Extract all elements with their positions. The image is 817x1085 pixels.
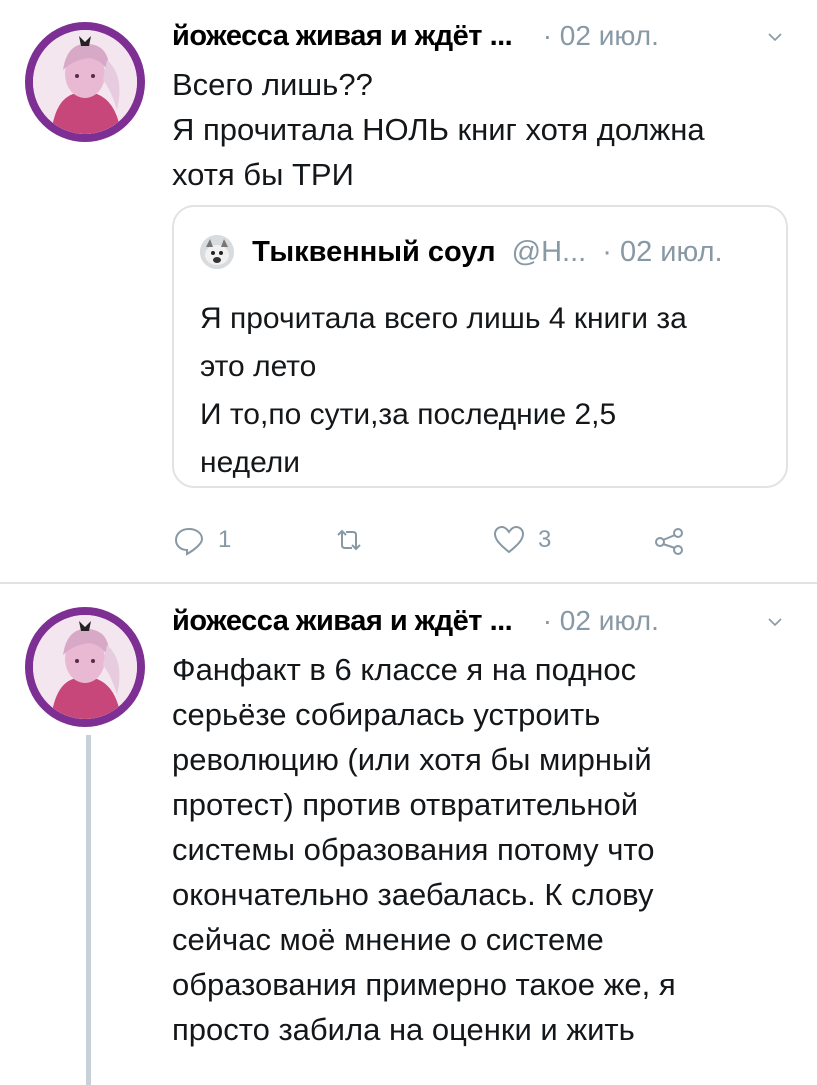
reply-count: 1 [218, 526, 232, 553]
tweet-divider [0, 582, 817, 584]
avatar[interactable] [25, 22, 145, 142]
tweet-date[interactable]: · 02 июл. [543, 20, 659, 51]
quoted-avatar [200, 235, 234, 270]
author-name[interactable]: йожесса живая и ждёт ... [172, 605, 513, 637]
retweet-icon [337, 529, 361, 551]
quoted-tweet-date: · 02 июл. [602, 235, 723, 268]
like-count: 3 [538, 526, 552, 553]
quoted-tweet-header: Тыквенный соул @Н... · 02 июл. [200, 235, 723, 270]
tweet-header: йожесса живая и ждёт ... · 02 июл. [172, 20, 797, 60]
tweet[interactable]: йожесса живая и ждёт ... · 02 июл. Фанфа… [0, 585, 817, 1085]
like-icon [493, 525, 525, 554]
quoted-tweet[interactable]: Тыквенный соул @Н... · 02 июл. Я прочита… [172, 205, 788, 488]
quoted-author-handle: @Н... [511, 235, 587, 268]
reply-button[interactable]: 1 [172, 518, 231, 562]
tweet-text: Всего лишь?? Я прочитала НОЛЬ книг хотя … [172, 67, 705, 192]
tweet-text: Фанфакт в 6 классе я на поднос серьёзе с… [172, 652, 676, 1047]
share-button[interactable] [652, 518, 686, 562]
share-icon [655, 528, 683, 555]
thread-line [86, 735, 91, 1085]
quoted-tweet-text: Я прочитала всего лишь 4 книги за это ле… [200, 302, 687, 479]
tweet[interactable]: йожесса живая и ждёт ... · 02 июл. Всего… [0, 0, 817, 583]
reply-icon [174, 527, 204, 556]
chevron-down-icon[interactable] [768, 30, 782, 44]
tweet-date[interactable]: · 02 июл. [543, 605, 659, 636]
avatar[interactable] [25, 607, 145, 727]
author-name[interactable]: йожесса живая и ждёт ... [172, 20, 513, 52]
tweet-actions: 1 3 [172, 518, 732, 562]
chevron-down-icon[interactable] [768, 615, 782, 629]
like-button[interactable]: 3 [492, 518, 551, 562]
tweet-header: йожесса живая и ждёт ... · 02 июл. [172, 605, 797, 645]
retweet-button[interactable] [332, 518, 378, 562]
quoted-author-name: Тыквенный соул [252, 235, 496, 268]
